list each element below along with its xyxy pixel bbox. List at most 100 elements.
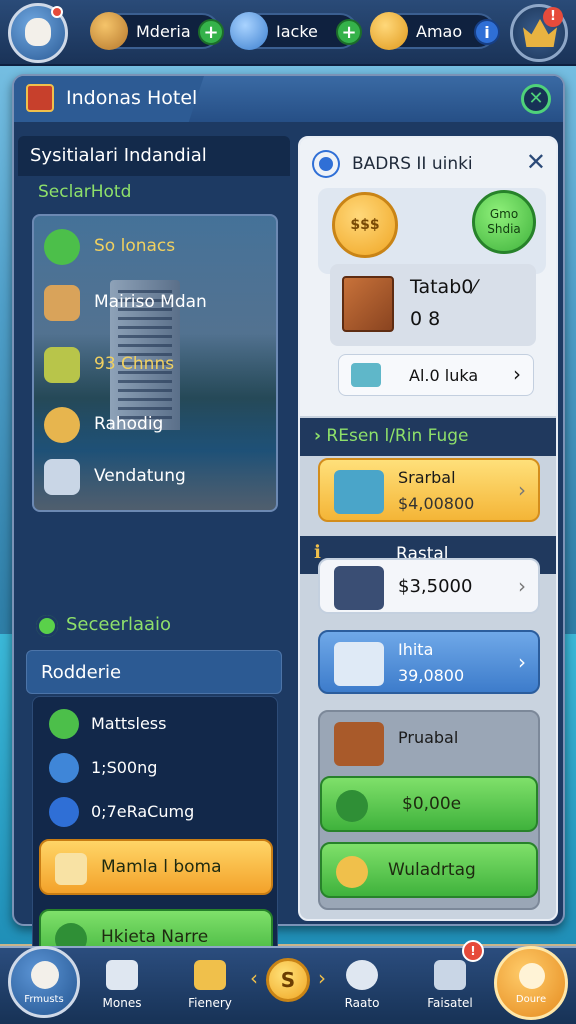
stat-row-2: 1;S00ng [49,751,269,787]
gold-info-button[interactable]: i [474,19,500,45]
chevron-right-icon: › [518,478,526,502]
crate-icon [342,276,394,332]
resource-gold-label: Amao [416,22,463,41]
shop-item-1[interactable]: Srarbal $4,00800 › [318,458,540,522]
coin-badge[interactable]: $$$ [332,192,398,258]
photo-item-5[interactable]: Vendatung [44,456,274,498]
add-crystals-button[interactable]: + [336,19,362,45]
settings-gear-icon[interactable] [314,152,338,176]
hotel-photo-card: So lonacs Mairiso Mdan 93 Chnns Rahodig … [32,214,278,512]
chevron-right-icon: › [518,574,526,598]
stat-2-label: 1;S00ng [91,758,158,777]
tab-box-title: Tatab0⁄ [410,276,477,298]
mamla-button[interactable]: Mamla l boma [39,839,273,895]
faisatel-alert-badge: ! [462,940,484,962]
shop-item-3[interactable]: Ihita 39,0800 › [318,630,540,694]
left-panel-subheader: SeclarHotd [38,182,132,202]
resen-strip: › REsen l/Rin Fuge [300,418,556,456]
nav-faisatel[interactable]: Faisatel [410,958,490,1020]
photo-item-4-label: Rahodig [94,414,164,434]
nav-fienery[interactable]: Fienery [170,958,250,1020]
green-badge-button[interactable]: Gmo Shdia [472,190,536,254]
home-button[interactable]: Frmusts [8,946,80,1018]
crown-alert-badge: ! [543,7,563,27]
nav-faisatel-label: Faisatel [427,996,473,1010]
window-title: Indonas Hotel [66,87,198,109]
bottom-nav-bar: Frmusts Mones Fienery ‹ S › Raato Faisat… [0,940,576,1024]
wuladrtag-button[interactable]: Wuladrtag [320,842,538,898]
nav-raato-label: Raato [344,996,380,1010]
photo-item-3-label: 93 Chnns [94,354,175,374]
nav-mones-label: Mones [102,996,142,1010]
leaf-icon [44,229,80,265]
stat-1-label: Mattsless [91,714,167,733]
stats-panel: Mattsless 1;S00ng 0;7eRaCumg Mamla l bom… [32,696,278,974]
camera-icon [346,960,378,990]
tab-box-value: 0 8 [410,308,441,330]
badges-close-button[interactable]: ✕ [526,148,546,176]
profile-avatar-button[interactable] [8,3,68,63]
hotel-window: Indonas Hotel ✕ Sysitialari Indandial Se… [12,74,565,974]
badges-card-title: BADRS II uinki [352,154,473,174]
shield-icon [49,797,79,827]
rodderie-label: Rodderie [41,662,122,683]
coin-nav-button[interactable]: S [266,958,310,1002]
strip-chevron-icon: › [314,426,322,446]
chevron-right-icon: › [518,650,526,674]
left-panel-header: Sysitialari Indandial [18,136,290,176]
alo-link-button[interactable]: Al.0 luka › [338,354,534,396]
section-title: Seceerlaaio [36,614,172,637]
blueprint-icon [334,642,384,686]
shop-item-2[interactable]: $3,5000 › [318,558,540,614]
shop-item-4: Pruabal $0,00e Wuladrtag [318,710,540,910]
photo-item-5-label: Vendatung [94,466,186,486]
coin-badge-label: $$$ [350,217,380,233]
resource-gold[interactable]: Amao i [370,12,500,50]
resource-gems[interactable]: Mderia + [90,12,224,50]
photo-item-4[interactable]: Rahodig [44,404,274,446]
clock-icon [49,709,79,739]
avatar-icon [25,18,51,46]
photo-item-1[interactable]: So lonacs [44,226,274,268]
crown-button[interactable]: ! [510,4,568,62]
ticket-icon [351,363,381,387]
window-title-bar: Indonas Hotel ✕ [14,76,563,122]
resen-strip-label: › REsen l/Rin Fuge [314,426,469,446]
nav-mones[interactable]: Mones [82,958,162,1020]
left-panel: Sysitialari Indandial SeclarHotd So lona… [18,136,290,974]
window-close-button[interactable]: ✕ [521,84,551,114]
notification-dot [51,6,63,18]
wuladrtag-label: Wuladrtag [388,860,476,880]
add-gems-button[interactable]: + [198,19,224,45]
photo-item-3[interactable]: 93 Chnns [44,344,274,386]
sign-icon [44,285,80,321]
gear-icon [36,615,58,637]
jar-icon [44,459,80,495]
resource-crystals[interactable]: Iacke + [230,12,362,50]
tools-nav-icon [106,960,138,990]
crystal-icon [230,12,268,50]
shop-item-1-title: Srarbal [398,468,456,487]
section-title-label: Seceerlaaio [66,614,172,635]
right-panel: BADRS II uinki ✕ $$$ Gmo Shdia Tatab0⁄ 0… [298,136,558,921]
alo-link-label: Al.0 luka [409,366,479,385]
chevron-right-icon: › [513,362,521,386]
wrench-icon [49,753,79,783]
gem-icon [90,12,128,50]
mamla-button-label: Mamla l boma [101,857,222,877]
promo-area: $$$ Gmo Shdia [318,188,546,274]
stat-row-1: Mattsless [49,707,269,743]
shop-button[interactable]: Doure [494,946,568,1020]
top-bar: Mderia + Iacke + Amao i ! [0,0,576,66]
document-icon [434,960,466,990]
chevron-left-icon[interactable]: ‹ [250,966,258,990]
price-buy-button[interactable]: $0,00e [320,776,538,832]
photo-item-1-label: So lonacs [94,236,176,256]
rodderie-selector[interactable]: Rodderie [26,650,282,694]
nav-raato[interactable]: Raato [322,958,402,1020]
left-panel-title: Sysitialari Indandial [30,145,207,166]
hotel-icon [26,84,54,112]
photo-item-2-label: Mairiso Mdan [94,292,207,312]
photo-item-2[interactable]: Mairiso Mdan [44,282,274,324]
heart-icon [336,856,368,888]
